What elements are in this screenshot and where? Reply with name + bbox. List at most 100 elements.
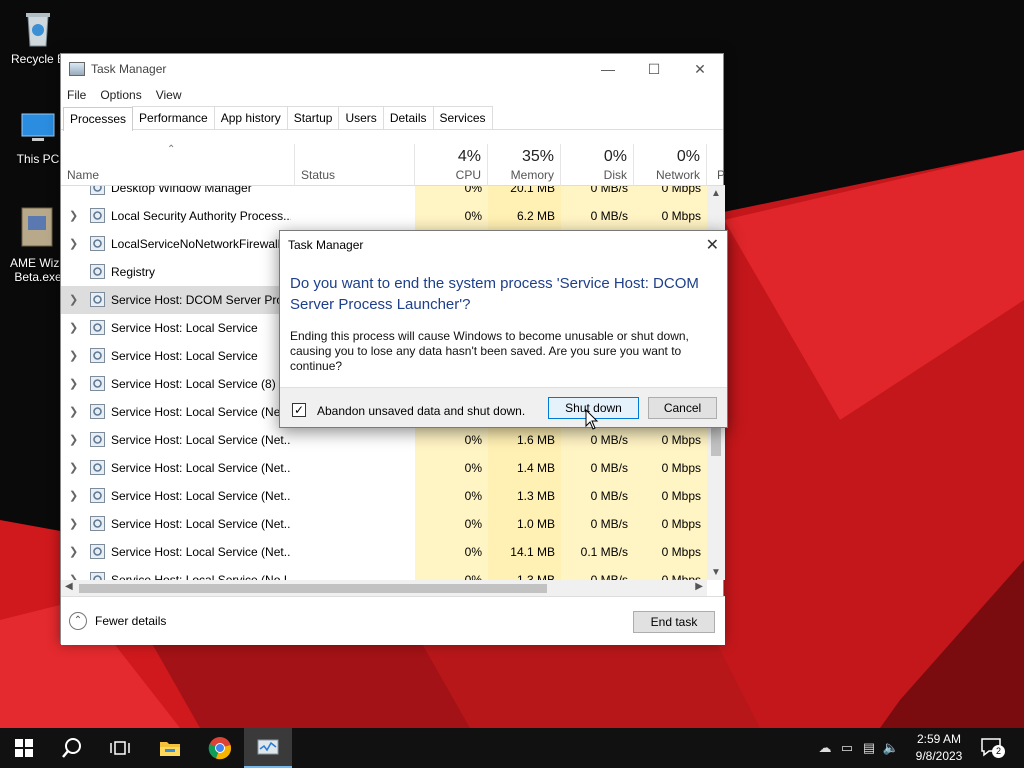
process-row[interactable]: ❯ Service Host: Local Service (No I... 0% 1… xyxy=(61,566,707,580)
expand-chevron-icon[interactable]: ❯ xyxy=(69,321,78,334)
disk-value: 0.1 MB/s xyxy=(580,545,628,559)
network-icon[interactable]: ▤ xyxy=(858,740,880,756)
cpu-value: 0% xyxy=(464,489,482,503)
process-name: Service Host: Local Service (Net... xyxy=(111,517,291,531)
process-gear-icon xyxy=(90,572,105,580)
chrome-icon[interactable] xyxy=(196,728,244,768)
abandon-data-checkbox-label[interactable]: Abandon unsaved data and shut down. xyxy=(317,404,525,418)
clock[interactable]: 2:59 AM 9/8/2023 xyxy=(904,731,974,765)
menu-file[interactable]: File xyxy=(67,88,86,102)
expand-chevron-icon[interactable]: ❯ xyxy=(69,293,78,306)
fewer-details-label: Fewer details xyxy=(95,614,167,628)
memory-value: 1.6 MB xyxy=(516,433,555,447)
tab-details[interactable]: Details xyxy=(382,106,434,129)
process-row[interactable]: Desktop Window Manager 0% 20.1 MB 0 MB/s 0 M… xyxy=(61,186,707,202)
start-icon[interactable] xyxy=(0,728,48,768)
process-name: Local Security Authority Process... xyxy=(111,209,291,223)
process-row[interactable]: ❯ Service Host: Local Service (Net... 0% 1.… xyxy=(61,454,707,482)
menu-options[interactable]: Options xyxy=(100,88,141,102)
menu-view[interactable]: View xyxy=(156,88,182,102)
maximize-button[interactable]: ☐ xyxy=(631,54,677,84)
task-manager-taskbar-icon[interactable] xyxy=(244,728,292,768)
dialog-button-bar: ✓ Abandon unsaved data and shut down. Sh… xyxy=(280,387,727,427)
process-row[interactable]: ❯ Service Host: Local Service (Net... 0% 1.… xyxy=(61,510,707,538)
volume-muted-icon[interactable]: 🔈 xyxy=(880,740,902,756)
memory-value: 1.4 MB xyxy=(516,461,555,475)
memory-value: 1.3 MB xyxy=(516,489,555,503)
tab-processes[interactable]: Processes xyxy=(63,107,134,131)
column-header-power[interactable]: P xyxy=(707,144,725,186)
tab-app-history[interactable]: App history xyxy=(213,106,288,129)
process-name: Service Host: Local Service xyxy=(111,321,258,335)
end-task-button[interactable]: End task xyxy=(633,611,715,633)
expand-chevron-icon[interactable]: ❯ xyxy=(69,545,78,558)
cancel-button[interactable]: Cancel xyxy=(648,397,717,419)
column-header-memory[interactable]: 35% Memory xyxy=(488,144,561,186)
memory-value: 20.1 MB xyxy=(510,186,555,195)
expand-chevron-icon[interactable]: ❯ xyxy=(69,573,78,580)
network-value: 0 Mbps xyxy=(661,209,701,223)
tab-startup[interactable]: Startup xyxy=(286,106,340,129)
notification-count-badge: 2 xyxy=(992,745,1005,758)
tab-users[interactable]: Users xyxy=(338,106,384,129)
process-row[interactable]: ❯ Service Host: Local Service (Net... 0% 1.… xyxy=(61,426,707,454)
expand-chevron-icon[interactable]: ❯ xyxy=(69,237,78,250)
process-name: Service Host: Local Service (8) xyxy=(111,377,276,391)
horizontal-scroll-thumb[interactable] xyxy=(79,584,547,593)
scroll-up-icon[interactable]: ▲ xyxy=(711,188,721,199)
computer-icon xyxy=(18,108,58,148)
expand-chevron-icon[interactable]: ❯ xyxy=(69,405,78,418)
title-bar[interactable]: Task Manager — ☐ ✕ xyxy=(61,54,723,84)
disk-value: 0 MB/s xyxy=(590,517,628,531)
column-header-name[interactable]: ⌃ Name xyxy=(61,144,295,186)
disk-value: 0 MB/s xyxy=(590,573,628,580)
process-name: Service Host: Local Service (Net... xyxy=(111,405,291,419)
network-offline-icon[interactable]: ☁ xyxy=(814,740,836,756)
process-gear-icon xyxy=(90,320,105,335)
close-button[interactable]: ✕ xyxy=(677,54,723,84)
scroll-down-icon[interactable]: ▼ xyxy=(711,567,721,578)
clock-date: 9/8/2023 xyxy=(915,749,963,763)
tab-services[interactable]: Services xyxy=(432,106,493,129)
column-header-network[interactable]: 0% Network xyxy=(634,144,707,186)
cpu-value: 0% xyxy=(464,545,482,559)
dialog-title: Task Manager xyxy=(288,238,364,252)
fewer-details-link[interactable]: ⌃ Fewer details xyxy=(69,612,166,630)
file-explorer-icon[interactable] xyxy=(146,728,194,768)
task-manager-icon xyxy=(69,62,85,76)
tab-bar: Processes Performance App history Startu… xyxy=(61,106,723,131)
expand-chevron-icon[interactable]: ❯ xyxy=(69,433,78,446)
cpu-value: 0% xyxy=(464,209,482,223)
task-view-icon[interactable] xyxy=(96,728,144,768)
process-row[interactable]: ❯ Local Security Authority Process... 0% 6.… xyxy=(61,202,707,230)
expand-chevron-icon[interactable]: ❯ xyxy=(69,209,78,222)
column-header-disk[interactable]: 0% Disk xyxy=(561,144,634,186)
scroll-right-icon[interactable]: ▶ xyxy=(695,581,703,592)
horizontal-scrollbar[interactable]: ◀ ▶ xyxy=(61,580,707,596)
expand-chevron-icon[interactable]: ❯ xyxy=(69,461,78,474)
abandon-data-checkbox[interactable]: ✓ xyxy=(292,403,306,417)
process-name: Desktop Window Manager xyxy=(111,186,252,195)
expand-chevron-icon[interactable]: ❯ xyxy=(69,377,78,390)
process-name: Service Host: Local Service xyxy=(111,349,258,363)
expand-chevron-icon[interactable]: ❯ xyxy=(69,489,78,502)
expand-chevron-icon[interactable]: ❯ xyxy=(69,349,78,362)
process-row[interactable]: ❯ Service Host: Local Service (Net... 0% 14… xyxy=(61,538,707,566)
expand-chevron-icon[interactable]: ❯ xyxy=(69,517,78,530)
network-value: 0 Mbps xyxy=(661,489,701,503)
network-value: 0 Mbps xyxy=(661,433,701,447)
disk-value: 0 MB/s xyxy=(590,209,628,223)
process-row[interactable]: ❯ Service Host: Local Service (Net... 0% 1.… xyxy=(61,482,707,510)
scroll-left-icon[interactable]: ◀ xyxy=(65,581,73,592)
network-value: 0 Mbps xyxy=(661,186,701,195)
minimize-button[interactable]: — xyxy=(585,54,631,84)
notifications-icon[interactable]: 2 xyxy=(980,737,1005,759)
column-header-cpu[interactable]: 4% CPU xyxy=(415,144,488,186)
tab-performance[interactable]: Performance xyxy=(132,106,215,129)
search-icon[interactable] xyxy=(48,728,96,768)
process-gear-icon xyxy=(90,348,105,363)
column-header-status[interactable]: Status xyxy=(295,144,415,186)
tablet-icon[interactable]: ▭ xyxy=(836,740,858,756)
dialog-close-icon[interactable]: ✕ xyxy=(706,235,719,255)
menu-bar: File Options View xyxy=(61,84,723,106)
